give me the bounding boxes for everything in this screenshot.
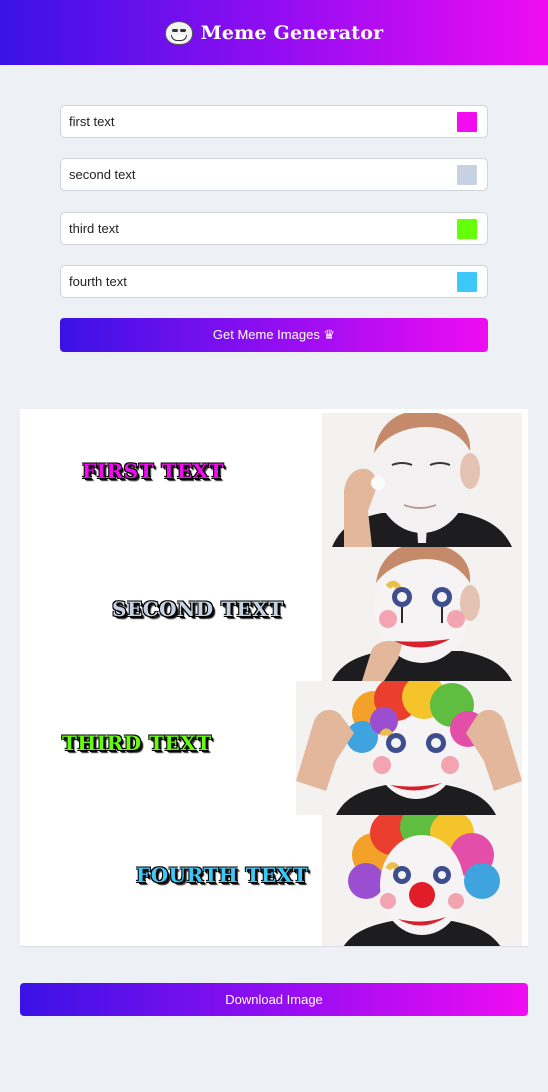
- second-text-input[interactable]: [61, 159, 457, 190]
- get-meme-images-button[interactable]: Get Meme Images ♛: [60, 318, 488, 352]
- app-title: Meme Generator: [200, 21, 384, 44]
- troll-face-icon: [164, 20, 193, 45]
- meme-panel-1: FIRST TEXT: [20, 413, 528, 547]
- third-text-input[interactable]: [61, 213, 457, 244]
- meme-image: FIRST TEXT SECOND TEXT THIRD TEXT FOURTH…: [20, 409, 528, 947]
- clown-photo-2: [322, 547, 522, 681]
- third-text-field[interactable]: [60, 212, 488, 245]
- fourth-text-field[interactable]: [60, 265, 488, 298]
- clown-photo-4: [322, 815, 522, 946]
- meme-caption-1: FIRST TEXT: [82, 459, 224, 483]
- meme-panel-2: SECOND TEXT: [20, 547, 528, 681]
- second-text-field[interactable]: [60, 158, 488, 191]
- clown-photo-3: [296, 681, 522, 815]
- clown-photo-1: [322, 413, 522, 547]
- second-color-picker[interactable]: [457, 164, 477, 185]
- meme-panel-3: THIRD TEXT: [20, 681, 528, 815]
- first-text-input[interactable]: [61, 106, 457, 137]
- meme-caption-4: FOURTH TEXT: [136, 863, 309, 887]
- meme-panel-4: FOURTH TEXT: [20, 815, 528, 946]
- fourth-color-picker[interactable]: [457, 271, 477, 292]
- first-text-field[interactable]: [60, 105, 488, 138]
- meme-caption-2: SECOND TEXT: [112, 597, 284, 621]
- first-color-picker[interactable]: [457, 111, 477, 132]
- fourth-text-input[interactable]: [61, 266, 457, 297]
- download-image-button[interactable]: Download Image: [20, 983, 528, 1016]
- app-header: Meme Generator: [0, 0, 548, 65]
- third-color-picker[interactable]: [457, 218, 477, 239]
- meme-caption-3: THIRD TEXT: [62, 731, 212, 755]
